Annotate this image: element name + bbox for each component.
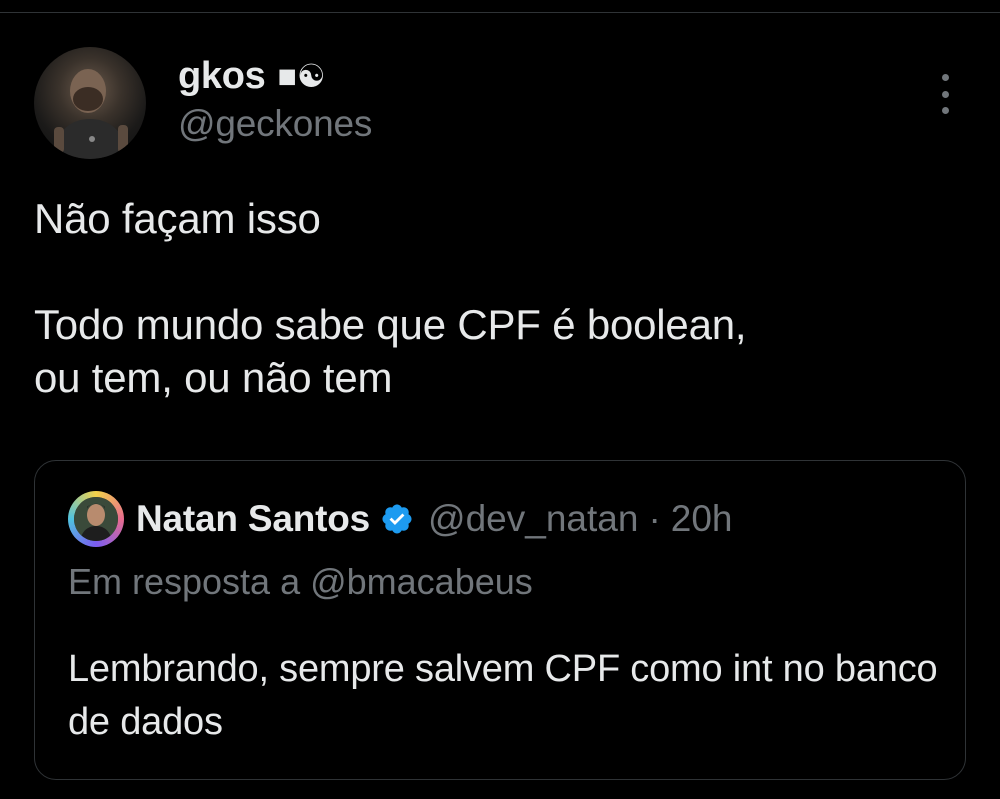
more-vertical-icon: [941, 90, 949, 98]
verified-badge-icon: [380, 501, 416, 537]
top-divider: [0, 12, 1000, 13]
more-options-button[interactable]: [928, 72, 962, 116]
tweet-text-line: Não façam isso: [34, 195, 321, 242]
quoted-tweet-header: Natan Santos @dev_natan · 20h: [68, 491, 733, 547]
more-vertical-icon: [941, 74, 949, 81]
author-handle[interactable]: @geckones: [178, 103, 372, 145]
quoted-tweet-text: Lembrando, sempre salvem CPF como int no…: [68, 648, 938, 743]
tweet-view: gkos ■☯ @geckones Não façam isso Todo mu…: [0, 0, 1000, 799]
author-avatar[interactable]: [34, 47, 146, 159]
reply-context: Em resposta a @bmacabeus: [68, 561, 533, 602]
tweet-text-line: ou tem, ou não tem: [34, 354, 393, 401]
quoted-timestamp[interactable]: 20h: [671, 498, 733, 540]
quoted-author-name[interactable]: Natan Santos: [136, 498, 370, 540]
quoted-author-avatar[interactable]: [68, 491, 124, 547]
name-emoji-icon: ■☯: [277, 58, 326, 94]
author-display-name[interactable]: gkos: [178, 55, 266, 98]
author-avatar-image: [52, 69, 130, 159]
tweet-text: Não façam isso Todo mundo sabe que CPF é…: [34, 192, 954, 404]
quoted-avatar-image: [74, 497, 118, 541]
quoted-tweet-card[interactable]: Natan Santos @dev_natan · 20h Em respost…: [34, 460, 966, 780]
header-separator: ·: [648, 498, 661, 539]
more-vertical-icon: [941, 107, 949, 114]
quoted-author-handle[interactable]: @dev_natan: [428, 498, 638, 540]
author-name-row: gkos ■☯: [178, 52, 326, 100]
tweet-text-line: Todo mundo sabe que CPF é boolean,: [34, 301, 747, 348]
